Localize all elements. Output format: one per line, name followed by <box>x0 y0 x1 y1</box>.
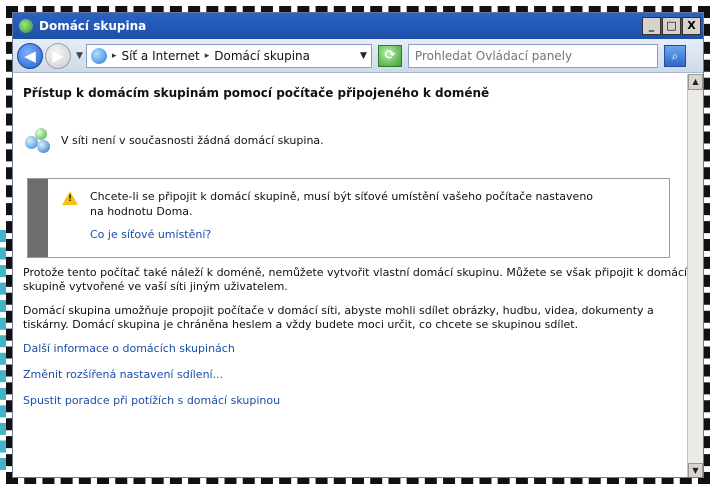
forward-button[interactable]: ▶ <box>45 42 71 69</box>
scroll-down-icon[interactable]: ▼ <box>688 463 703 477</box>
address-dropdown-icon[interactable]: ▼ <box>360 51 367 61</box>
page-title: Přístup k domácím skupinám pomocí počíta… <box>23 86 490 100</box>
warning-bar <box>28 179 48 257</box>
decorative-dashed-edge <box>0 230 6 470</box>
control-panel-window: Domácí skupina _ □ X ◀ ▶ ▼ ▸ Síť a Inter… <box>12 12 704 478</box>
homegroup-info-link[interactable]: Další informace o domácích skupinách <box>23 342 678 355</box>
breadcrumb-item-network[interactable]: Síť a Internet <box>121 49 199 63</box>
search-icon[interactable]: ⌕ <box>663 44 686 67</box>
homegroup-icon <box>19 19 33 33</box>
domain-info-text: Protože tento počítač také náleží k domé… <box>23 266 688 293</box>
homegroup-status: V síti není v současnosti žádná domácí s… <box>23 126 678 154</box>
window-title: Domácí skupina <box>39 19 147 33</box>
warning-text: Chcete-li se připojit k domácí skupině, … <box>90 190 594 218</box>
title-bar: Domácí skupina _ □ X <box>13 13 703 39</box>
search-input[interactable] <box>407 43 658 68</box>
troubleshooter-link[interactable]: Spustit poradce při potížích s domácí sk… <box>23 394 678 407</box>
homegroup-description: Domácí skupina umožňuje propojit počítač… <box>23 304 654 331</box>
advanced-sharing-link[interactable]: Změnit rozšířená nastavení sdílení... <box>23 368 678 381</box>
scroll-up-icon[interactable]: ▲ <box>688 74 703 90</box>
breadcrumb-item-homegroup[interactable]: Domácí skupina <box>214 49 310 63</box>
network-location-link[interactable]: Co je síťové umístění? <box>90 228 610 241</box>
breadcrumb[interactable]: ▸ Síť a Internet ▸ Domácí skupina ▼ <box>85 43 372 68</box>
close-button[interactable]: X <box>682 17 701 35</box>
vertical-scrollbar[interactable]: ▲ ▼ <box>687 74 703 477</box>
back-button[interactable]: ◀ <box>17 42 43 69</box>
address-bar: ◀ ▶ ▼ ▸ Síť a Internet ▸ Domácí skupina … <box>13 39 703 73</box>
breadcrumb-separator-icon[interactable]: ▸ <box>112 51 117 61</box>
control-panel-icon <box>90 47 107 64</box>
status-text: V síti není v současnosti žádná domácí s… <box>61 133 324 147</box>
maximize-button[interactable]: □ <box>662 17 681 35</box>
warning-box: ! Chcete-li se připojit k domácí skupině… <box>27 178 670 258</box>
warning-icon: ! <box>62 191 78 205</box>
refresh-button[interactable]: ⟳ <box>377 44 402 67</box>
main-content: Přístup k domácím skupinám pomocí počíta… <box>13 74 688 477</box>
homegroup-icon <box>23 126 53 154</box>
recent-pages-dropdown-icon[interactable]: ▼ <box>76 51 83 61</box>
breadcrumb-separator-icon[interactable]: ▸ <box>205 51 210 61</box>
minimize-button[interactable]: _ <box>642 17 661 35</box>
